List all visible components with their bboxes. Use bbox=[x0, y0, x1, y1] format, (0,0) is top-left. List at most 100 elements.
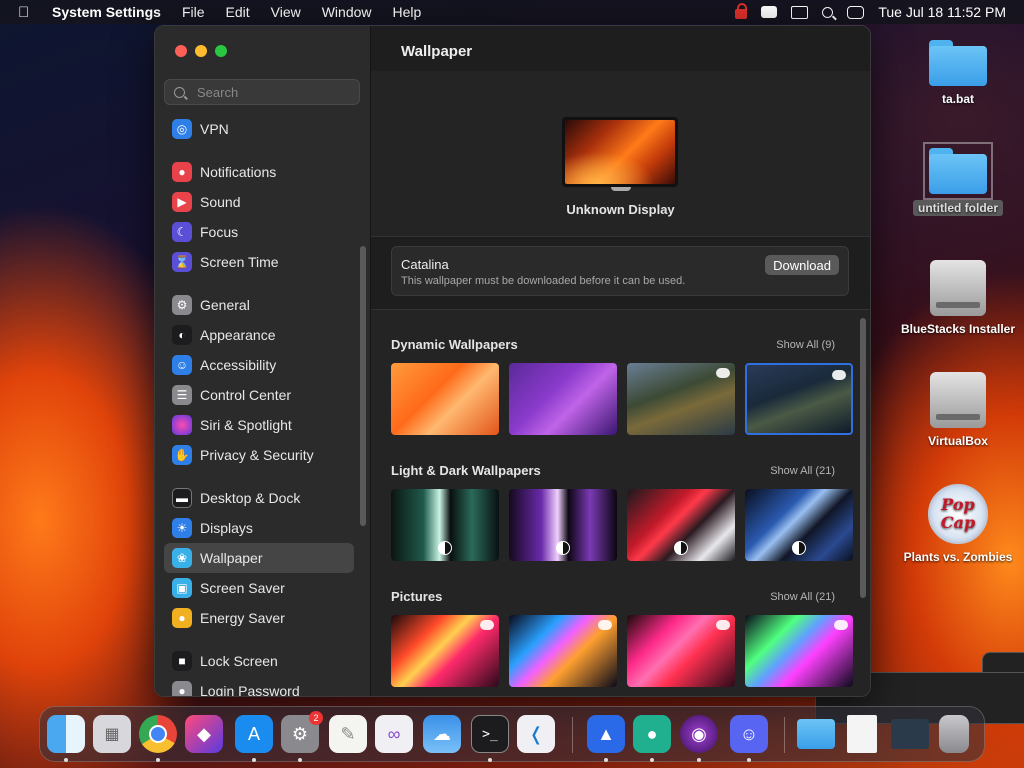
sidebar-item-control-center[interactable]: ☰ Control Center bbox=[164, 380, 354, 410]
sidebar-item-desktop-dock[interactable]: ▬ Desktop & Dock bbox=[164, 483, 354, 513]
window-status-icon[interactable] bbox=[791, 5, 809, 19]
running-indicator bbox=[298, 758, 302, 762]
desktop-item-plants-vs-zombies[interactable]: Pop Cap Plants vs. Zombies bbox=[898, 484, 1018, 564]
lightbulb-icon: ● bbox=[172, 608, 192, 628]
wallpaper-thumbnail[interactable] bbox=[391, 489, 499, 561]
key-status-icon[interactable] bbox=[761, 6, 778, 18]
running-indicator bbox=[747, 758, 751, 762]
sidebar-item-general[interactable]: ⚙ General bbox=[164, 290, 354, 320]
dock: ▦ ◆ A ⚙ 2 ✎ ∞ ☁ >_ ❬ ▲ ● ◉ ☺ bbox=[39, 706, 985, 762]
app-store-icon[interactable]: A bbox=[235, 715, 273, 753]
discord-icon[interactable]: ☺ bbox=[730, 715, 768, 753]
wallpaper-thumbnail[interactable] bbox=[627, 363, 735, 435]
siri-icon bbox=[172, 415, 192, 435]
search-input[interactable] bbox=[195, 83, 359, 101]
keys-icon[interactable]: ● bbox=[633, 715, 671, 753]
sidebar-item-login-password[interactable]: ● Login Password bbox=[164, 676, 354, 696]
desktop-item-label: BlueStacks Installer bbox=[900, 322, 1016, 336]
cloud-download-icon bbox=[834, 620, 848, 630]
vscode-icon[interactable]: ❬ bbox=[517, 715, 555, 753]
cloud-download-icon bbox=[480, 620, 494, 630]
running-indicator bbox=[64, 758, 68, 762]
cloud-download-icon bbox=[832, 370, 846, 380]
minimize-button[interactable] bbox=[195, 45, 207, 57]
wallpaper-thumbnail-selected[interactable] bbox=[745, 363, 853, 435]
wallpaper-thumbnail[interactable] bbox=[509, 363, 617, 435]
visual-studio-icon[interactable]: ∞ bbox=[375, 715, 413, 753]
gallery-scrollbar[interactable] bbox=[860, 318, 866, 598]
sidebar-item-wallpaper[interactable]: ❀ Wallpaper bbox=[164, 543, 354, 573]
sidebar-item-lock-screen[interactable]: ■ Lock Screen bbox=[164, 646, 354, 676]
wallpaper-thumbnail[interactable] bbox=[391, 615, 499, 687]
document-icon[interactable] bbox=[847, 715, 877, 753]
running-indicator bbox=[604, 758, 608, 762]
sidebar-item-displays[interactable]: ☀ Displays bbox=[164, 513, 354, 543]
wallpaper-thumbnail[interactable] bbox=[745, 615, 853, 687]
sidebar-item-siri-spotlight[interactable]: Siri & Spotlight bbox=[164, 410, 354, 440]
apple-menu-icon[interactable]:  bbox=[18, 4, 36, 21]
sidebar-item-label: Displays bbox=[200, 520, 253, 536]
appearance-icon: ◐ bbox=[172, 325, 192, 345]
downloads-folder-icon[interactable] bbox=[797, 719, 835, 749]
terminal-icon[interactable]: >_ bbox=[471, 715, 509, 753]
lock-icon: ■ bbox=[172, 651, 192, 671]
sidebar-item-screen-time[interactable]: ⌛ Screen Time bbox=[164, 247, 354, 277]
sidebar-item-focus[interactable]: ☾ Focus bbox=[164, 217, 354, 247]
sidebar-item-screen-saver[interactable]: ▣ Screen Saver bbox=[164, 573, 354, 603]
disk-image-icon bbox=[930, 372, 986, 428]
close-button[interactable] bbox=[175, 45, 187, 57]
spotlight-search-icon[interactable] bbox=[822, 6, 834, 18]
sidebar-item-vpn[interactable]: ◎ VPN bbox=[164, 114, 354, 144]
tor-icon[interactable]: ◉ bbox=[680, 715, 718, 753]
textedit-icon[interactable]: ✎ bbox=[329, 715, 367, 753]
show-all-dynamic-button[interactable]: Show All (9) bbox=[776, 339, 835, 351]
download-button[interactable]: Download bbox=[765, 255, 839, 275]
window-menu[interactable]: Window bbox=[322, 4, 372, 20]
zoom-button[interactable] bbox=[215, 45, 227, 57]
weather-icon[interactable]: ☁ bbox=[423, 715, 461, 753]
chrome-icon[interactable] bbox=[139, 715, 177, 753]
display-preview[interactable] bbox=[562, 117, 678, 187]
view-menu[interactable]: View bbox=[271, 4, 301, 20]
wallpaper-thumbnail[interactable] bbox=[509, 489, 617, 561]
system-settings-window: ◎ VPN ● Notifications ▶ Sound ☾ Focus ⌛ … bbox=[154, 25, 871, 697]
launchpad-icon[interactable]: ▦ bbox=[93, 715, 131, 753]
sidebar-item-label: Appearance bbox=[200, 327, 276, 343]
file-menu[interactable]: File bbox=[182, 4, 205, 20]
help-menu[interactable]: Help bbox=[393, 4, 422, 20]
desktop-item-bluestacks[interactable]: BlueStacks Installer bbox=[898, 260, 1018, 336]
wallpaper-thumbnail[interactable] bbox=[627, 489, 735, 561]
brave-icon[interactable]: ▲ bbox=[587, 715, 625, 753]
sidebar-scrollbar[interactable] bbox=[360, 246, 366, 526]
wallpaper-thumbnail[interactable] bbox=[509, 615, 617, 687]
edit-menu[interactable]: Edit bbox=[226, 4, 250, 20]
show-all-light-dark-button[interactable]: Show All (21) bbox=[770, 465, 835, 477]
wallpaper-thumbnail[interactable] bbox=[391, 363, 499, 435]
lock-status-icon[interactable] bbox=[735, 3, 748, 19]
show-all-pictures-button[interactable]: Show All (21) bbox=[770, 591, 835, 603]
menu-clock[interactable]: Tue Jul 18 11:52 PM bbox=[878, 4, 1006, 20]
wallpaper-thumbnail[interactable] bbox=[627, 615, 735, 687]
light-dark-icon bbox=[556, 541, 570, 555]
shortcuts-icon[interactable]: ◆ bbox=[185, 715, 223, 753]
finder-icon[interactable] bbox=[47, 715, 85, 753]
screen-capture-icon[interactable] bbox=[891, 719, 929, 749]
running-indicator bbox=[156, 758, 160, 762]
sidebar-item-appearance[interactable]: ◐ Appearance bbox=[164, 320, 354, 350]
desktop-item-virtualbox[interactable]: VirtualBox bbox=[898, 372, 1018, 448]
desktop-item-label: untitled folder bbox=[913, 200, 1003, 216]
sidebar-item-sound[interactable]: ▶ Sound bbox=[164, 187, 354, 217]
wallpaper-thumbnail[interactable] bbox=[745, 489, 853, 561]
sidebar-item-privacy-security[interactable]: ✋ Privacy & Security bbox=[164, 440, 354, 470]
control-center-icon[interactable] bbox=[847, 5, 865, 19]
search-field[interactable] bbox=[164, 79, 360, 105]
sidebar-item-accessibility[interactable]: ☺ Accessibility bbox=[164, 350, 354, 380]
sidebar-item-notifications[interactable]: ● Notifications bbox=[164, 157, 354, 187]
desktop-item-untitled-folder[interactable]: untitled folder bbox=[898, 142, 1018, 216]
system-settings-icon[interactable]: ⚙ 2 bbox=[281, 711, 323, 753]
sidebar-item-label: Lock Screen bbox=[200, 653, 278, 669]
trash-icon[interactable] bbox=[939, 715, 969, 753]
sidebar-item-energy-saver[interactable]: ● Energy Saver bbox=[164, 603, 354, 633]
desktop-item-ta-bat[interactable]: ta.bat bbox=[898, 40, 1018, 106]
app-name-menu[interactable]: System Settings bbox=[52, 4, 161, 20]
